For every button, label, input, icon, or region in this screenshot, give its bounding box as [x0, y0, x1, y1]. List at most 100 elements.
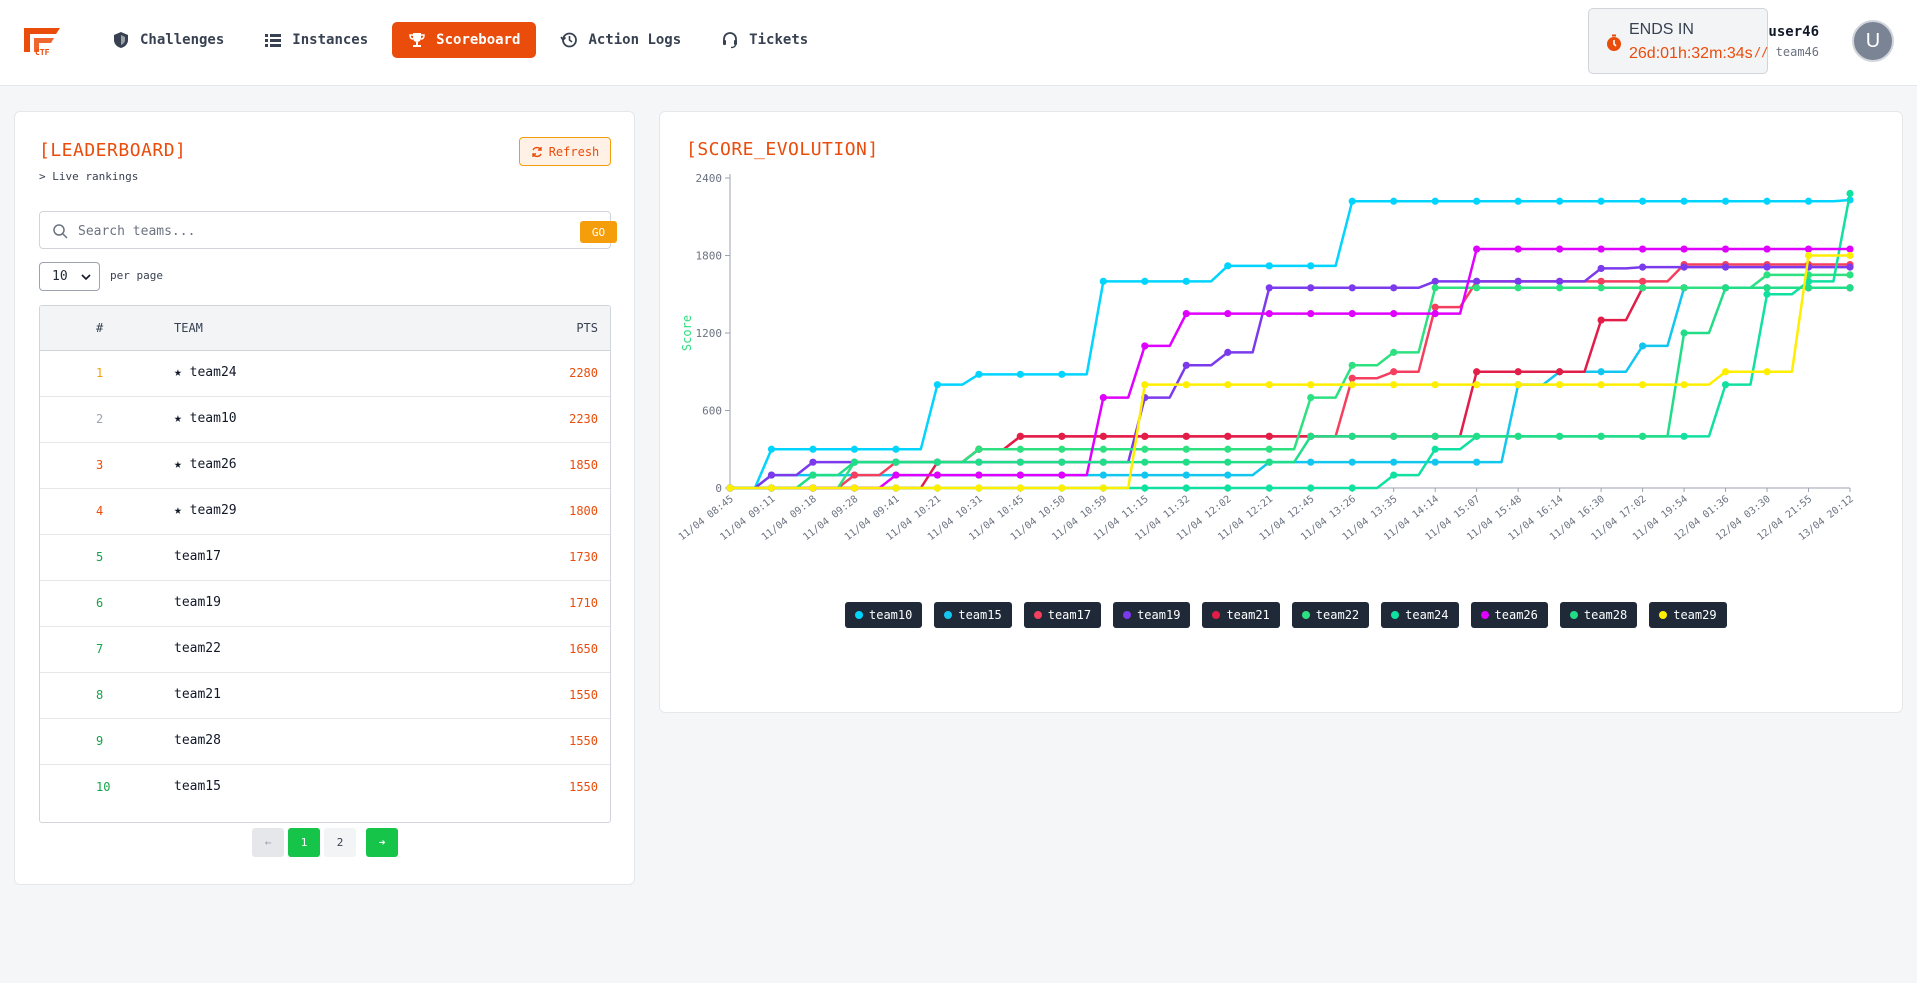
data-point[interactable] — [1141, 432, 1149, 440]
data-point[interactable] — [1680, 197, 1688, 205]
data-point[interactable] — [1307, 262, 1315, 270]
data-point[interactable] — [1307, 432, 1315, 440]
data-point[interactable] — [1680, 245, 1688, 253]
data-point[interactable] — [1182, 310, 1190, 318]
data-point[interactable] — [1224, 471, 1232, 479]
data-point[interactable] — [1763, 290, 1771, 298]
data-point[interactable] — [1348, 361, 1356, 369]
data-point[interactable] — [1265, 484, 1273, 492]
table-row[interactable]: 5 team17 1730 — [40, 535, 610, 581]
data-point[interactable] — [1846, 284, 1854, 292]
data-point[interactable] — [975, 445, 983, 453]
data-point[interactable] — [1182, 484, 1190, 492]
data-point[interactable] — [1224, 348, 1232, 356]
data-point[interactable] — [1597, 264, 1605, 273]
data-point[interactable] — [1680, 263, 1688, 271]
data-point[interactable] — [1680, 284, 1688, 292]
data-point[interactable] — [850, 484, 859, 492]
data-point[interactable] — [1058, 458, 1066, 466]
data-point[interactable] — [975, 370, 983, 378]
data-point[interactable] — [1514, 381, 1522, 389]
data-point[interactable] — [1348, 458, 1356, 466]
table-row[interactable]: 6 team19 1710 — [40, 581, 610, 627]
data-point[interactable] — [1431, 197, 1439, 205]
data-point[interactable] — [1182, 361, 1190, 369]
data-point[interactable] — [1680, 381, 1688, 389]
data-point[interactable] — [1058, 432, 1066, 440]
nav-action-logs[interactable]: Action Logs — [544, 22, 697, 58]
data-point[interactable] — [1141, 381, 1149, 389]
data-point[interactable] — [1763, 271, 1771, 279]
search-input[interactable] — [78, 220, 548, 242]
data-point[interactable] — [1431, 445, 1439, 453]
data-point[interactable] — [1016, 432, 1024, 440]
data-point[interactable] — [1307, 484, 1315, 492]
data-point[interactable] — [1099, 484, 1107, 492]
data-point[interactable] — [1099, 445, 1107, 453]
data-point[interactable] — [1099, 471, 1107, 479]
data-point[interactable] — [1182, 445, 1190, 453]
data-point[interactable] — [1058, 445, 1066, 453]
legend-item-team24[interactable]: team24 — [1381, 602, 1459, 628]
data-point[interactable] — [1390, 310, 1398, 318]
data-point[interactable] — [1348, 197, 1356, 205]
data-point[interactable] — [1846, 251, 1854, 260]
go-button[interactable]: GO — [580, 221, 617, 243]
data-point[interactable] — [1348, 374, 1356, 382]
data-point[interactable] — [1638, 381, 1647, 389]
data-point[interactable] — [892, 471, 900, 479]
data-point[interactable] — [1182, 471, 1190, 479]
avatar[interactable]: U — [1852, 20, 1894, 62]
legend-item-team21[interactable]: team21 — [1202, 602, 1280, 628]
data-point[interactable] — [1721, 245, 1730, 253]
data-point[interactable] — [1058, 370, 1066, 378]
data-point[interactable] — [1846, 263, 1854, 271]
data-point[interactable] — [1307, 393, 1315, 402]
data-point[interactable] — [1348, 284, 1356, 292]
data-point[interactable] — [1638, 245, 1647, 253]
nav-tickets[interactable]: Tickets — [705, 22, 824, 58]
data-point[interactable] — [1265, 458, 1273, 466]
data-point[interactable] — [1431, 432, 1439, 440]
data-point[interactable] — [1804, 197, 1813, 205]
data-point[interactable] — [1846, 189, 1854, 198]
data-point[interactable] — [809, 484, 817, 492]
data-point[interactable] — [1390, 284, 1398, 292]
table-row[interactable]: 1 ★ team24 2280 — [40, 351, 610, 397]
nav-instances[interactable]: Instances — [248, 22, 384, 58]
data-point[interactable] — [1265, 284, 1273, 292]
table-row[interactable]: 9 team28 1550 — [40, 719, 610, 765]
data-point[interactable] — [1099, 458, 1107, 466]
page-1-button[interactable]: 1 — [288, 828, 320, 857]
data-point[interactable] — [1224, 458, 1232, 466]
data-point[interactable] — [1597, 432, 1605, 440]
ctf-logo[interactable]: CTF — [20, 24, 64, 58]
data-point[interactable] — [1431, 381, 1439, 389]
data-point[interactable] — [1348, 484, 1356, 492]
data-point[interactable] — [1224, 381, 1232, 389]
data-point[interactable] — [1058, 471, 1066, 479]
data-point[interactable] — [809, 458, 817, 466]
legend-item-team28[interactable]: team28 — [1559, 602, 1638, 628]
data-point[interactable] — [1473, 197, 1481, 205]
data-point[interactable] — [1431, 303, 1439, 311]
data-point[interactable] — [850, 471, 859, 479]
per-page-select[interactable]: 10 — [39, 262, 100, 291]
data-point[interactable] — [1099, 393, 1107, 402]
data-point[interactable] — [1182, 381, 1190, 389]
data-point[interactable] — [892, 458, 900, 466]
legend-item-team10[interactable]: team10 — [845, 602, 923, 628]
data-point[interactable] — [1224, 262, 1232, 270]
data-point[interactable] — [1597, 381, 1605, 389]
data-point[interactable] — [1763, 245, 1771, 253]
data-point[interactable] — [1307, 284, 1315, 292]
data-point[interactable] — [1473, 277, 1481, 285]
data-point[interactable] — [1348, 310, 1356, 318]
data-point[interactable] — [1390, 432, 1398, 440]
data-point[interactable] — [767, 484, 776, 492]
table-row[interactable]: 2 ★ team10 2230 — [40, 397, 610, 443]
data-point[interactable] — [1638, 197, 1647, 205]
data-point[interactable] — [1804, 251, 1813, 260]
data-point[interactable] — [1721, 263, 1730, 271]
data-point[interactable] — [1638, 277, 1647, 285]
